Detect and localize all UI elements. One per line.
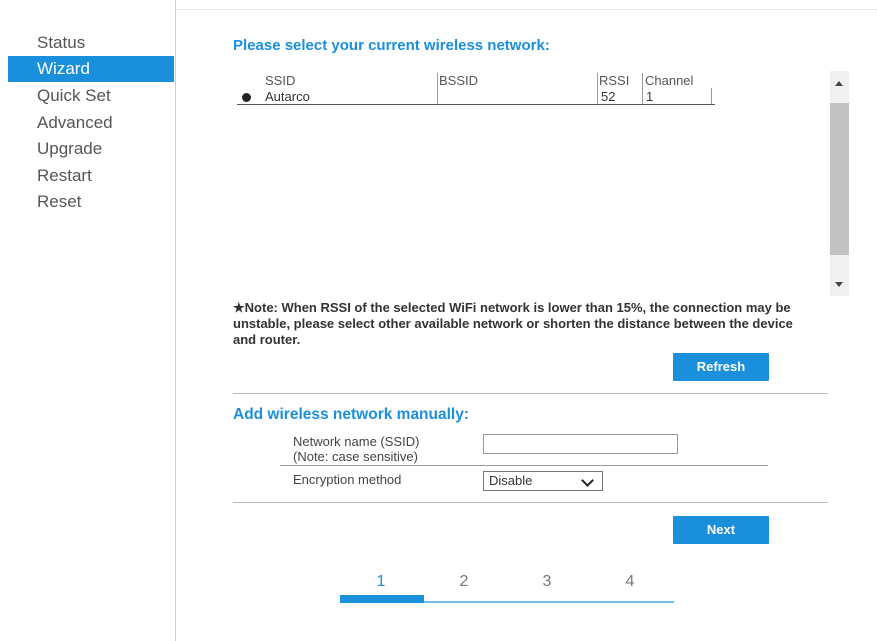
encryption-label: Encryption method (293, 472, 402, 487)
table-scrollbar[interactable] (830, 71, 849, 296)
ssid-label: Network name (SSID) (293, 434, 420, 449)
sidebar: Status Wizard Quick Set Advanced Upgrade… (0, 0, 176, 641)
sidebar-item-quick-set[interactable]: Quick Set (8, 83, 174, 109)
step-1: 1 (376, 573, 386, 590)
step-4: 4 (625, 573, 635, 590)
row-rssi: 52 (601, 89, 616, 104)
chevron-down-icon (581, 474, 594, 487)
scroll-thumb[interactable] (830, 103, 849, 255)
top-divider (175, 9, 877, 10)
refresh-button[interactable]: Refresh (673, 353, 769, 381)
row-ssid: Autarco (265, 89, 310, 104)
ssid-note-label: (Note: case sensitive) (293, 449, 418, 464)
step-2: 2 (459, 573, 469, 590)
sidebar-item-status[interactable]: Status (8, 30, 174, 56)
scroll-up-arrow-icon[interactable] (835, 81, 843, 86)
sidebar-item-advanced[interactable]: Advanced (8, 110, 174, 136)
column-header-bssid: BSSID (439, 73, 479, 88)
sidebar-item-upgrade[interactable]: Upgrade (8, 136, 174, 162)
manual-section-title: Add wireless network manually: (233, 406, 470, 423)
field-divider (280, 465, 768, 466)
section-divider (233, 502, 828, 503)
ssid-input[interactable] (483, 434, 678, 454)
encryption-value: Disable (489, 473, 533, 488)
next-button[interactable]: Next (673, 516, 769, 544)
column-header-rssi: RSSI (599, 73, 630, 88)
sidebar-item-restart[interactable]: Restart (8, 163, 174, 189)
network-radio-button[interactable] (242, 93, 251, 102)
sidebar-item-reset[interactable]: Reset (8, 189, 174, 215)
sidebar-item-wizard[interactable]: Wizard (8, 56, 174, 82)
column-header-ssid: SSID (265, 73, 296, 88)
scroll-down-arrow-icon[interactable] (835, 282, 843, 287)
step-3: 3 (542, 573, 552, 590)
step-progress-fill (340, 595, 424, 603)
column-header-channel: Channel (645, 73, 694, 88)
encryption-select[interactable]: Disable (483, 471, 603, 491)
page-title: Please select your current wireless netw… (233, 37, 550, 54)
section-divider (233, 393, 828, 394)
rssi-note: ★Note: When RSSI of the selected WiFi ne… (233, 300, 793, 347)
row-channel: 1 (646, 89, 654, 104)
